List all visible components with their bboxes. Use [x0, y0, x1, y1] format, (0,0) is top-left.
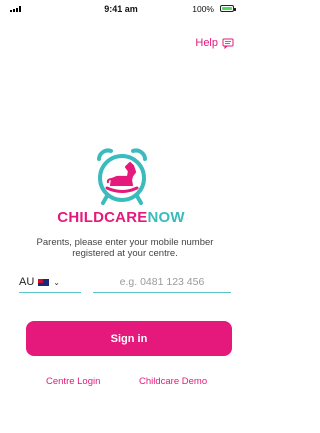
chevron-down-icon: ⌄ — [53, 277, 60, 287]
country-code-select[interactable]: AU ⌄ — [19, 272, 81, 293]
country-code-label: AU — [19, 276, 35, 288]
childcare-demo-link[interactable]: Childcare Demo — [139, 376, 207, 387]
centre-login-link[interactable]: Centre Login — [46, 376, 100, 387]
help-label: Help — [195, 37, 218, 49]
logo-icon — [97, 148, 147, 205]
brand-wordmark: CHILDCARENOW — [0, 209, 242, 226]
chat-icon — [222, 38, 234, 49]
battery-icon — [220, 5, 236, 12]
help-button[interactable]: Help — [195, 37, 234, 49]
sign-in-button[interactable]: Sign in — [26, 321, 232, 356]
phone-input[interactable] — [93, 272, 231, 293]
battery-percent: 100% — [192, 4, 214, 14]
brand-part-childcare: CHILDCARE — [57, 209, 148, 226]
brand-part-now: NOW — [147, 209, 185, 226]
australia-flag-icon — [38, 278, 50, 286]
status-bar: 9:41 am 100% — [0, 0, 242, 18]
instructions-text: Parents, please enter your mobile number… — [36, 237, 214, 259]
